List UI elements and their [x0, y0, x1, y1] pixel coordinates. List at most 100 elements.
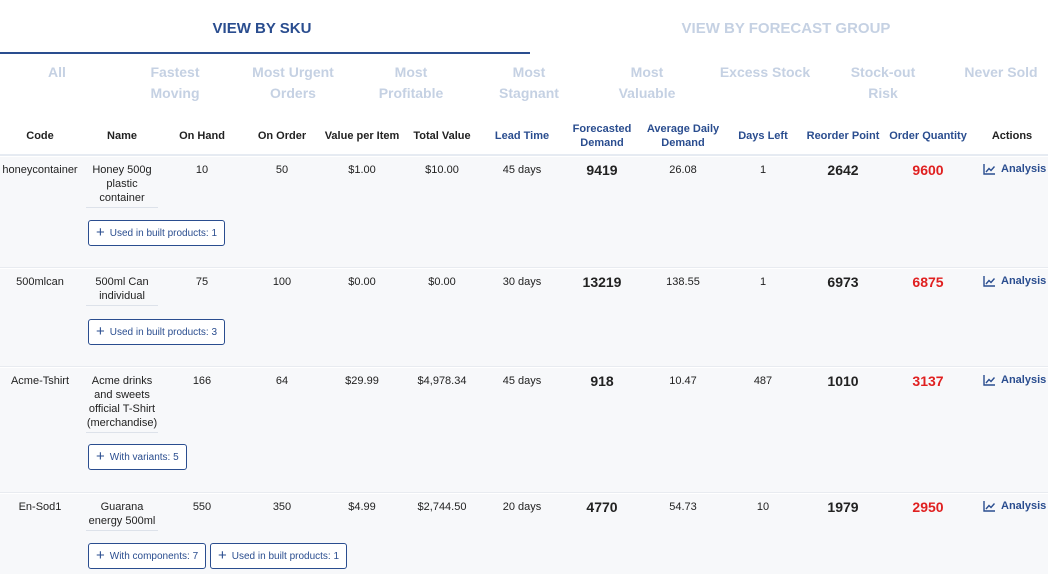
filter-stock-out-risk[interactable]: Stock-out Risk: [824, 62, 942, 104]
used-in-built-products-button[interactable]: + Used in built products: 3: [88, 319, 226, 345]
analysis-label: Analysis: [1001, 275, 1047, 287]
with-components-button[interactable]: + With components: 7: [88, 543, 207, 569]
cell-forecasted-demand: 9419: [586, 162, 618, 178]
analysis-label: Analysis: [1001, 163, 1047, 175]
cell-on-hand: 10: [195, 164, 209, 176]
active-tab-indicator: [0, 52, 530, 54]
cell-days-left: 1: [759, 276, 767, 288]
plus-icon: +: [96, 448, 105, 465]
plus-icon: +: [96, 224, 105, 241]
cell-name[interactable]: Honey 500g plastic container: [86, 163, 158, 208]
button-label: Used in built products: 3: [109, 326, 218, 338]
filter-most-profitable[interactable]: Most Profitable: [352, 62, 470, 104]
filter-fastest-moving[interactable]: Fastest Moving: [116, 62, 234, 104]
col-lead-time[interactable]: Lead Time: [482, 118, 562, 154]
col-on-order[interactable]: On Order: [242, 118, 322, 154]
filter-all[interactable]: All: [0, 62, 116, 83]
filter-most-valuable[interactable]: Most Valuable: [588, 62, 706, 104]
cell-value-per-item: $0.00: [348, 276, 376, 288]
used-in-built-products-button[interactable]: + Used in built products: 1: [88, 220, 226, 246]
col-days-left[interactable]: Days Left: [724, 118, 802, 154]
filter-tabs: All Fastest Moving Most Urgent Orders Most…: [0, 62, 1048, 106]
table-header: Code Name On Hand On Order Value per Ite…: [0, 118, 1048, 156]
cell-reorder-point: 1010: [827, 373, 859, 389]
line-chart-icon: [983, 500, 995, 512]
col-forecasted-demand[interactable]: Forecasted Demand: [562, 118, 642, 154]
cell-on-hand: 166: [192, 375, 212, 387]
col-code[interactable]: Code: [0, 118, 80, 154]
cell-forecasted-demand: 918: [590, 373, 614, 389]
filter-never-sold[interactable]: Never Sold: [942, 62, 1048, 83]
button-label: With variants: 5: [109, 451, 179, 463]
cell-value-per-item: $29.99: [345, 375, 379, 387]
col-on-hand[interactable]: On Hand: [162, 118, 242, 154]
plus-icon: +: [218, 547, 227, 564]
cell-name[interactable]: 500ml Can individual: [86, 275, 158, 306]
cell-name[interactable]: Guarana energy 500ml: [86, 500, 158, 531]
cell-code: 500mlcan: [16, 276, 64, 288]
table-row: Acme-Tshirt Acme drinks and sweets officia…: [0, 368, 1048, 493]
used-in-built-products-button[interactable]: + Used in built products: 1: [210, 543, 348, 569]
line-chart-icon: [983, 275, 995, 287]
cell-on-hand: 550: [192, 501, 212, 513]
col-reorder-point[interactable]: Reorder Point: [802, 118, 884, 154]
cell-total-value: $0.00: [428, 276, 456, 288]
analysis-link[interactable]: Analysis: [983, 163, 1046, 175]
analysis-link[interactable]: Analysis: [983, 374, 1046, 386]
analysis-link[interactable]: Analysis: [983, 275, 1046, 287]
cell-days-left: 1: [759, 164, 767, 176]
tab-view-by-sku[interactable]: VIEW BY SKU: [0, 0, 524, 56]
cell-code: En-Sod1: [18, 501, 62, 513]
cell-average-daily-demand: 138.55: [666, 276, 700, 288]
cell-days-left: 487: [753, 375, 773, 387]
cell-total-value: $2,744.50: [417, 501, 467, 513]
cell-code: Acme-Tshirt: [10, 375, 70, 387]
analysis-link[interactable]: Analysis: [983, 500, 1046, 512]
cell-days-left: 10: [756, 501, 770, 513]
cell-average-daily-demand: 54.73: [669, 501, 697, 513]
cell-lead-time: 45 days: [502, 375, 542, 387]
plus-icon: +: [96, 547, 105, 564]
cell-order-quantity: 2950: [912, 499, 944, 515]
table-row: 500mlcan 500ml Can individual 75 100 $0.0…: [0, 269, 1048, 367]
col-actions: Actions: [991, 130, 1033, 142]
cell-code: honeycontainer: [2, 164, 78, 176]
cell-lead-time: 30 days: [502, 276, 542, 288]
cell-on-order: 50: [275, 164, 289, 176]
table-row: honeycontainer Honey 500g plastic containe…: [0, 157, 1048, 268]
cell-on-order: 100: [272, 276, 292, 288]
plus-icon: +: [96, 323, 105, 340]
cell-average-daily-demand: 10.47: [669, 375, 697, 387]
line-chart-icon: [983, 374, 995, 386]
cell-name[interactable]: Acme drinks and sweets official T-Shirt (me…: [86, 374, 158, 433]
cell-lead-time: 20 days: [502, 501, 542, 513]
col-total-value[interactable]: Total Value: [402, 118, 482, 154]
cell-lead-time: 45 days: [502, 164, 542, 176]
cell-reorder-point: 1979: [827, 499, 859, 515]
cell-total-value: $4,978.34: [417, 375, 467, 387]
cell-on-order: 64: [275, 375, 289, 387]
tab-view-by-forecast-group[interactable]: VIEW BY FORECAST GROUP: [524, 0, 1048, 56]
cell-average-daily-demand: 26.08: [669, 164, 697, 176]
cell-reorder-point: 2642: [827, 162, 859, 178]
col-name[interactable]: Name: [82, 118, 162, 154]
cell-forecasted-demand: 4770: [586, 499, 618, 515]
analysis-label: Analysis: [1001, 500, 1047, 512]
filter-most-stagnant[interactable]: Most Stagnant: [470, 62, 588, 104]
col-average-daily-demand[interactable]: Average Daily Demand: [642, 118, 724, 154]
line-chart-icon: [983, 163, 995, 175]
filter-most-urgent-orders[interactable]: Most Urgent Orders: [234, 62, 352, 104]
cell-on-hand: 75: [195, 276, 209, 288]
cell-on-order: 350: [272, 501, 292, 513]
with-variants-button[interactable]: + With variants: 5: [88, 444, 187, 470]
button-label: Used in built products: 1: [231, 550, 340, 562]
filter-excess-stock[interactable]: Excess Stock: [706, 62, 824, 83]
view-tabs: VIEW BY SKU VIEW BY FORECAST GROUP: [0, 0, 1048, 56]
col-order-quantity[interactable]: Order Quantity: [884, 118, 972, 154]
analysis-label: Analysis: [1001, 374, 1047, 386]
table-row: En-Sod1 Guarana energy 500ml 550 350 $4.9…: [0, 494, 1048, 574]
cell-reorder-point: 6973: [827, 274, 859, 290]
cell-value-per-item: $4.99: [348, 501, 376, 513]
cell-order-quantity: 9600: [912, 162, 944, 178]
col-value-per-item[interactable]: Value per Item: [322, 118, 402, 154]
